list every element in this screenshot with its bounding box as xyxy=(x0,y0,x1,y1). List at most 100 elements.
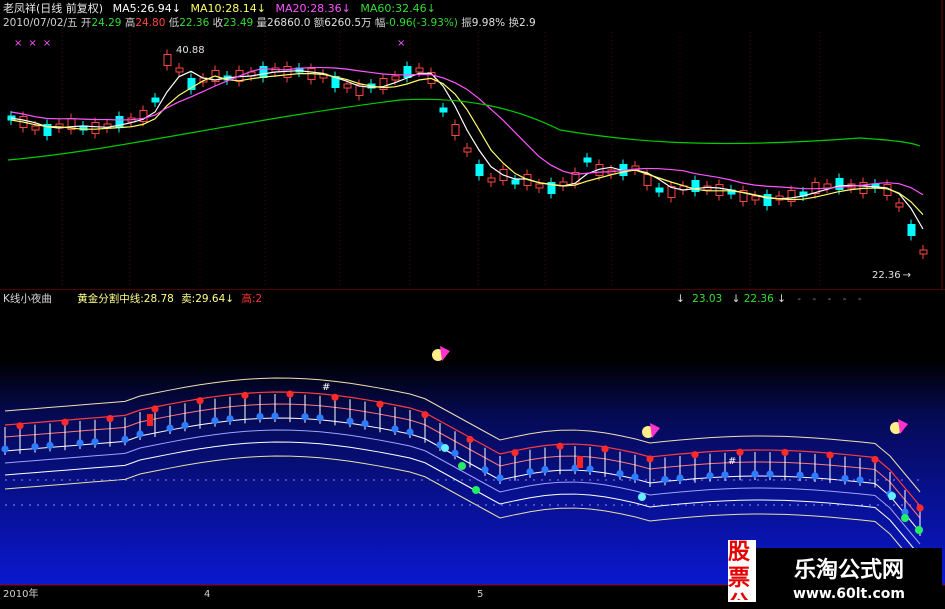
indicator-dot xyxy=(91,438,99,446)
indicator-dot xyxy=(31,443,39,451)
indicator-dot xyxy=(451,449,459,457)
indicator-dot xyxy=(781,448,789,457)
indicator-dot xyxy=(166,424,174,432)
indicator-dot xyxy=(301,413,309,421)
ma5-value: MA5:26.94↓ xyxy=(112,2,182,15)
signal-dot-green xyxy=(901,514,909,522)
indicator-dot xyxy=(226,415,234,423)
indicator-dot xyxy=(286,390,294,398)
change-label: 幅 xyxy=(374,17,386,29)
indicator-dot xyxy=(346,417,354,425)
indicator-dot xyxy=(646,455,654,463)
high-value: 24.80 xyxy=(135,17,166,29)
indicator-dot xyxy=(721,471,729,479)
signal-dot-cyan xyxy=(441,444,449,452)
indicator-dot xyxy=(406,428,414,436)
indicator-dot xyxy=(466,435,474,444)
indicator-dot xyxy=(676,474,684,482)
header-row-2: 2010/07/02/五 开24.29 高24.80 低22.36 收23.49… xyxy=(3,17,536,30)
low-value: 22.36 xyxy=(179,17,210,29)
indicator-dot xyxy=(136,430,144,438)
indicator-dot xyxy=(331,393,339,401)
signal-dot-green xyxy=(915,526,923,534)
volume-value: 26860.0 xyxy=(267,17,311,29)
date-value: 2010/07/02/五 xyxy=(3,17,78,29)
indicator-dot xyxy=(316,414,324,422)
axis-month-5: 5 xyxy=(477,589,484,600)
indicator-dot xyxy=(751,470,759,478)
signal-dot-green xyxy=(458,462,466,470)
watermark-url: www.60lt.com xyxy=(792,586,906,602)
indicator-dot xyxy=(106,415,114,423)
right-value-2: 22.36 xyxy=(743,293,774,305)
indicator-dot xyxy=(916,504,924,512)
indicator-dot xyxy=(586,465,594,473)
signal-marker-2: × xyxy=(397,38,406,49)
indicator-dot xyxy=(856,476,864,484)
signal-dot-cyan xyxy=(888,492,896,500)
arrow-3: ↓ xyxy=(777,293,786,305)
indicator-dot xyxy=(526,468,534,476)
amplitude-label: 振 xyxy=(461,17,472,29)
indicator-dot xyxy=(181,421,189,429)
indicator-dot xyxy=(796,471,804,479)
arrow-1: ↓ xyxy=(676,293,685,305)
sell-arrow: ↓ xyxy=(225,293,235,305)
indicator-marker-2: # xyxy=(728,456,737,467)
indicator-dot xyxy=(361,419,369,428)
indicator-dot xyxy=(46,441,54,449)
indicator-dot xyxy=(241,391,249,399)
right-value-1: 23.03 xyxy=(692,293,723,305)
indicator-dot xyxy=(811,472,819,480)
signal-dot-cyan xyxy=(638,493,646,501)
indicator-dot xyxy=(1,445,9,453)
watermark-left-strip: 股票公式指标网 xyxy=(728,540,756,602)
ma10-value: MA10:28.14↓ xyxy=(190,2,266,15)
indicator-dot xyxy=(76,439,84,447)
watermark-brand-name: 乐淘公式网 xyxy=(793,558,904,583)
high-price-label: 40.88 xyxy=(176,45,205,56)
indicator-dot xyxy=(511,449,519,457)
arrow-2: ↓ xyxy=(731,293,741,305)
indicator-dot xyxy=(61,418,69,426)
indicator-dot xyxy=(841,474,849,483)
header-row-1: 老凤祥(日线 前复权) MA5:26.94↓ MA10:28.14↓ MA20:… xyxy=(3,2,436,15)
indicator-right-values: ↓ 23.03 ↓ 22.36 ↓ - - - - - xyxy=(676,293,866,306)
indicator-dot xyxy=(481,466,489,474)
high-indicator-label: 高:2 xyxy=(241,293,263,305)
indicator-dot xyxy=(256,412,264,421)
turnover-label: 换 xyxy=(508,17,519,29)
indicator-dot xyxy=(121,435,129,443)
indicator-dot xyxy=(496,474,504,482)
dash-dots: - - - - - xyxy=(797,293,866,305)
volume-label: 量 xyxy=(256,17,268,29)
indicator-dot xyxy=(376,400,384,408)
indicator-dot xyxy=(631,473,639,481)
indicator-dot xyxy=(661,475,669,484)
open-value: 24.29 xyxy=(91,17,122,29)
high-label: 高 xyxy=(124,17,136,29)
stock-title: 老凤祥(日线 前复权) xyxy=(3,2,104,15)
signal-bar-red xyxy=(577,456,583,468)
ma20-value: MA20:28.36↓ xyxy=(275,2,351,15)
watermark-brand: 乐淘公式网 www.60lt.com xyxy=(756,548,942,606)
golden-midline-value: 黄金分割中线:28.78 xyxy=(77,293,174,305)
stock-chart-window: 老凤祥(日线 前复权) MA5:26.94↓ MA10:28.14↓ MA20:… xyxy=(0,0,945,609)
signal-dot-green xyxy=(472,486,480,494)
indicator-dot xyxy=(616,470,624,478)
indicator-dot xyxy=(691,451,699,459)
signal-markers: ××× xyxy=(14,38,58,49)
indicator-dot xyxy=(151,405,159,413)
watermark-left-text: 股票公式指标网 xyxy=(728,540,751,600)
indicator-dot xyxy=(421,411,429,419)
indicator-dot xyxy=(766,470,774,478)
indicator-dot xyxy=(706,472,714,480)
indicator-dot xyxy=(196,397,204,405)
indicator-header: K线小夜曲 黄金分割中线:28.78 卖:29.64↓ 高:2 xyxy=(3,293,262,306)
indicator-dot xyxy=(16,422,24,430)
ma60-value: MA60:32.46↓ xyxy=(360,2,436,15)
signal-bar-red xyxy=(147,414,153,426)
indicator-dot xyxy=(736,448,744,456)
change-value: -0.96(-3.93%) xyxy=(385,17,458,29)
indicator-dot xyxy=(391,425,399,433)
